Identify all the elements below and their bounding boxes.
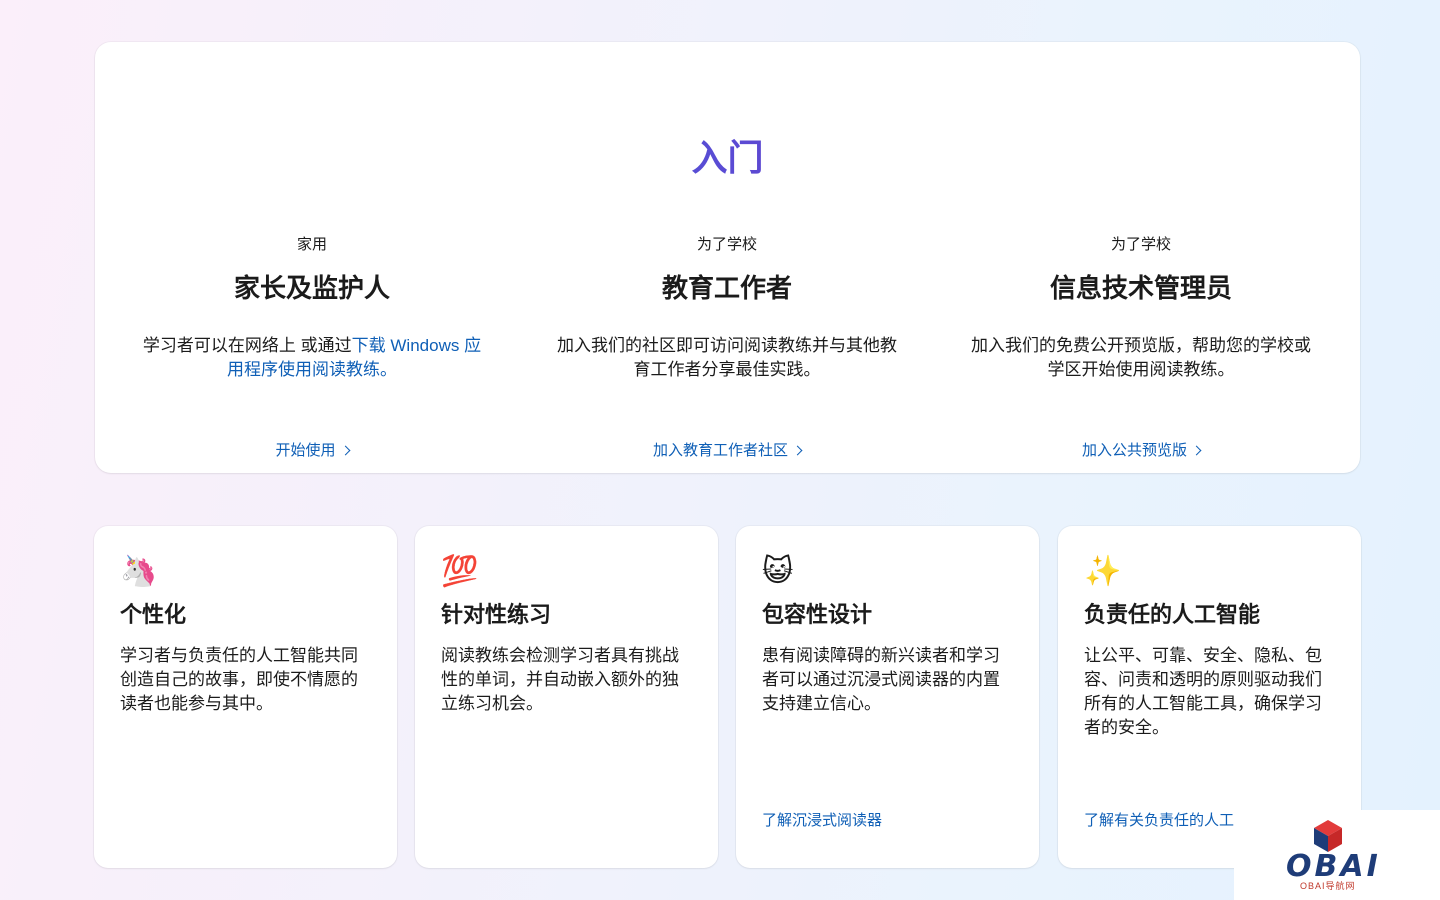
- column-description: 加入我们的免费公开预览版，帮助您的学校或学区开始使用阅读教练。: [971, 336, 1311, 379]
- section-title: 入门: [95, 134, 1360, 182]
- feature-description: 患有阅读障碍的新兴读者和学习者可以通过沉浸式阅读器的内置支持建立信心。: [762, 646, 1000, 713]
- watermark-subtitle: OBAI导航网: [1300, 881, 1356, 891]
- column-kicker: 为了学校: [696, 236, 757, 253]
- feature-description: 让公平、可靠、安全、隐私、包容、问责和透明的原则驱动我们所有的人工智能工具，确保…: [1084, 646, 1322, 737]
- column-heading: 家长及监护人: [233, 273, 390, 303]
- cta-label: 开始使用: [275, 442, 336, 459]
- chevron-right-icon: [340, 445, 350, 456]
- feature-description: 阅读教练会检测学习者具有挑战性的单词，并自动嵌入额外的独立练习机会。: [441, 646, 679, 713]
- feature-card-personalization: 🦄 个性化 学习者与负责任的人工智能共同创造自己的故事，即使不情愿的读者也能参与…: [94, 526, 397, 868]
- cta-label: 加入公共预览版: [1081, 442, 1187, 459]
- join-public-preview-link[interactable]: 加入公共预览版: [971, 441, 1311, 461]
- chevron-right-icon: [792, 445, 803, 456]
- get-started-link[interactable]: 开始使用: [142, 441, 482, 461]
- column-description: 学习者可以在网络上 或通过下载 Windows 应用程序使用阅读教练。: [142, 334, 482, 382]
- chevron-right-icon: [1191, 445, 1202, 456]
- column-description: 加入我们的社区即可访问阅读教练并与其他教育工作者分享最佳实践。: [557, 336, 897, 379]
- feature-card-inclusive-design: 😺 包容性设计 患有阅读障碍的新兴读者和学习者可以通过沉浸式阅读器的内置支持建立…: [736, 526, 1039, 868]
- sparkles-icon: ✨: [1084, 555, 1122, 588]
- feature-description: 学习者与负责任的人工智能共同创造自己的故事，即使不情愿的读者也能参与其中。: [120, 646, 358, 713]
- hundred-points-icon: 💯: [441, 555, 479, 588]
- cat-face-icon: 😺: [762, 555, 794, 588]
- cta-label: 加入教育工作者社区: [652, 442, 788, 459]
- getting-started-card: 入门 家用 家长及监护人 学习者可以在网络上 或通过下载 Windows 应用程…: [95, 42, 1360, 473]
- column-kicker: 家用: [296, 236, 327, 253]
- feature-card-targeted-practice: 💯 针对性练习 阅读教练会检测学习者具有挑战性的单词，并自动嵌入额外的独立练习机…: [415, 526, 718, 868]
- column-heading: 教育工作者: [661, 273, 792, 303]
- feature-title: 个性化: [120, 602, 187, 627]
- unicorn-icon: 🦄: [120, 555, 158, 588]
- feature-title: 包容性设计: [762, 602, 873, 627]
- feature-title: 负责任的人工智能: [1084, 602, 1261, 627]
- watermark-brand: OBAI: [1286, 849, 1381, 884]
- column-kicker: 为了学校: [1110, 236, 1171, 253]
- watermark-logo: OBAI OBAI导航网: [1234, 810, 1440, 900]
- immersive-reader-link[interactable]: 了解沉浸式阅读器: [762, 809, 1011, 833]
- join-educator-community-link[interactable]: 加入教育工作者社区: [557, 441, 897, 461]
- feature-title: 针对性练习: [441, 602, 552, 627]
- column-heading: 信息技术管理员: [1049, 273, 1232, 303]
- description-text: 学习者可以在网络上 或通过: [142, 336, 352, 355]
